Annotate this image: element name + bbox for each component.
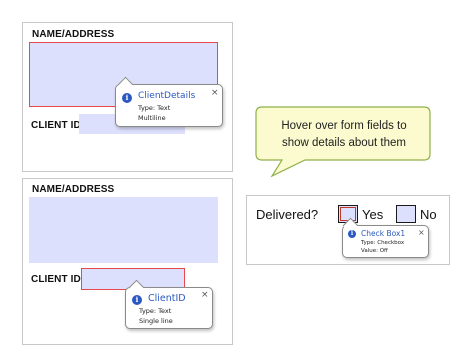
tooltip-title: Check Box1 (361, 229, 406, 238)
close-icon[interactable]: × (201, 291, 209, 300)
no-checkbox[interactable] (396, 205, 416, 223)
tooltip-value: Value: Off (361, 248, 388, 254)
info-icon: i (132, 295, 142, 305)
tooltip-type: Type: Text (139, 307, 172, 315)
info-icon: i (348, 230, 356, 238)
name-address-label: NAME/ADDRESS (32, 184, 115, 195)
close-icon[interactable]: × (418, 228, 425, 237)
hint-callout-text: Hover over form fields to show details a… (258, 118, 430, 152)
tooltip-type: Type: Checkbox (361, 240, 405, 246)
hint-line-1: Hover over form fields to (281, 120, 407, 132)
tooltip-subtype: Single line (139, 317, 173, 325)
checkbox-tooltip: i Check Box1 × Type: Checkbox Value: Off (342, 217, 429, 258)
hint-line-2: show details about them (281, 137, 407, 149)
client-details-field[interactable] (29, 197, 218, 263)
yes-label: Yes (362, 207, 384, 222)
delivered-label: Delivered? (256, 207, 319, 222)
client-id-tooltip: i ClientID × Type: Text Single line (125, 279, 213, 329)
client-id-label: CLIENT ID: (31, 274, 85, 285)
no-label: No (420, 207, 437, 222)
tooltip-title: ClientID (148, 293, 186, 304)
